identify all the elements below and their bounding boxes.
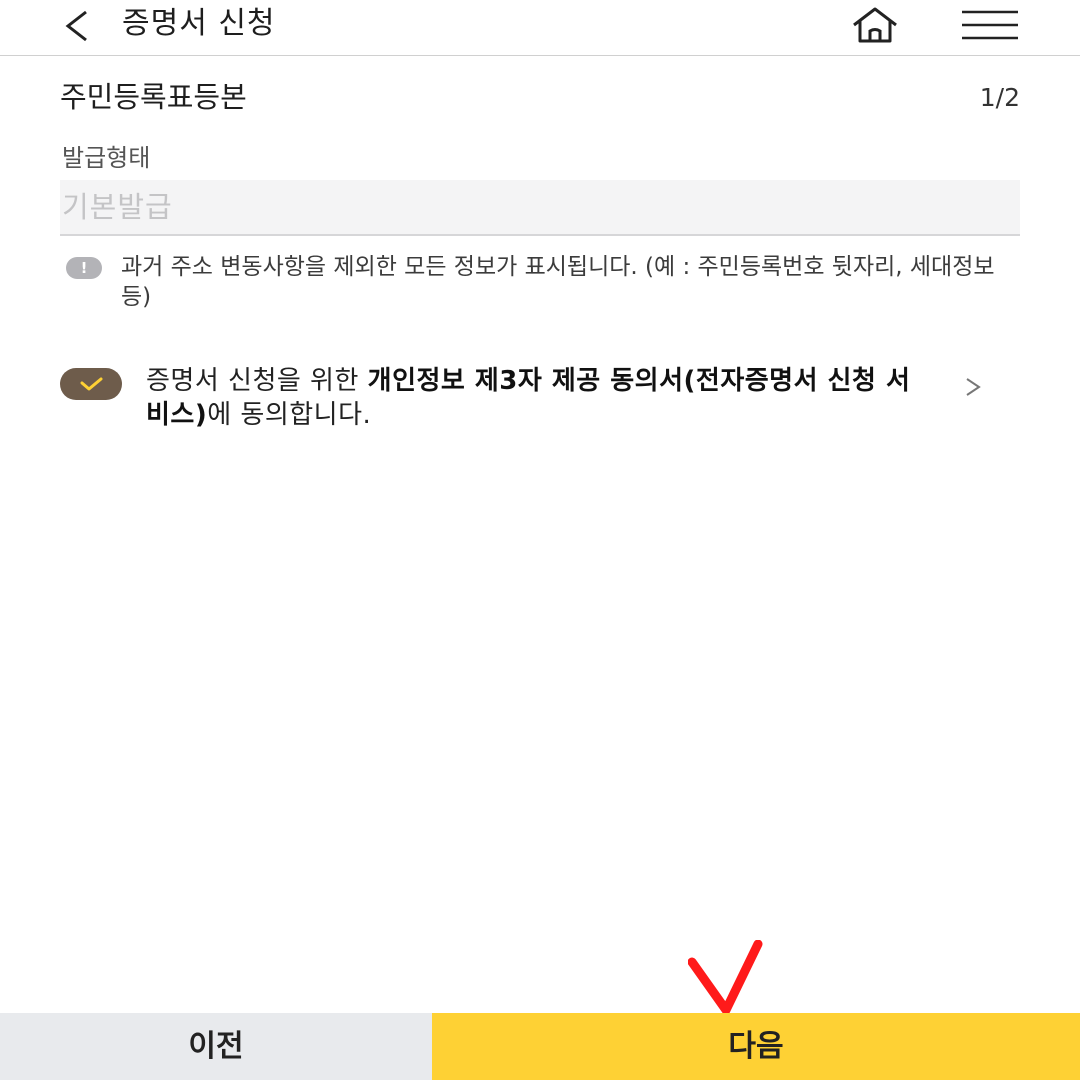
- home-icon: [853, 7, 897, 43]
- consent-text-suffix: 에 동의합니다.: [207, 400, 372, 430]
- hamburger-menu-icon: [962, 10, 1018, 40]
- app-header: 증명서 신청: [0, 0, 1080, 56]
- chevron-right-icon: [966, 378, 981, 396]
- page-indicator: 1/2: [979, 83, 1020, 112]
- chevron-left-icon: [65, 10, 87, 42]
- issue-type-label: 발급형태: [62, 144, 151, 172]
- consent-text-prefix: 증명서 신청을 위한: [146, 366, 368, 396]
- home-button[interactable]: [850, 6, 900, 46]
- menu-button[interactable]: [960, 8, 1020, 44]
- checkmark-icon: [80, 377, 103, 391]
- red-check-mark: [688, 940, 763, 1015]
- document-title: 주민등록표등본: [60, 80, 247, 114]
- consent-checkbox[interactable]: [60, 368, 122, 400]
- back-button[interactable]: [58, 6, 98, 46]
- exclamation-icon: !: [66, 257, 102, 279]
- issue-type-value: 기본발급: [62, 190, 173, 224]
- consent-detail-button[interactable]: [958, 372, 988, 402]
- notice-text: 과거 주소 변동사항을 제외한 모든 정보가 표시됩니다. (예 : 주민등록번…: [121, 254, 995, 310]
- issue-type-field[interactable]: 기본발급: [60, 180, 1020, 236]
- bottom-action-bar: 이전 다음: [0, 1013, 1080, 1080]
- page-title: 증명서 신청: [122, 6, 276, 41]
- consent-text[interactable]: 증명서 신청을 위한 개인정보 제3자 제공 동의서(전자증명서 신청 서비스)…: [146, 364, 916, 432]
- prev-button[interactable]: 이전: [0, 1013, 432, 1080]
- next-button[interactable]: 다음: [432, 1013, 1080, 1080]
